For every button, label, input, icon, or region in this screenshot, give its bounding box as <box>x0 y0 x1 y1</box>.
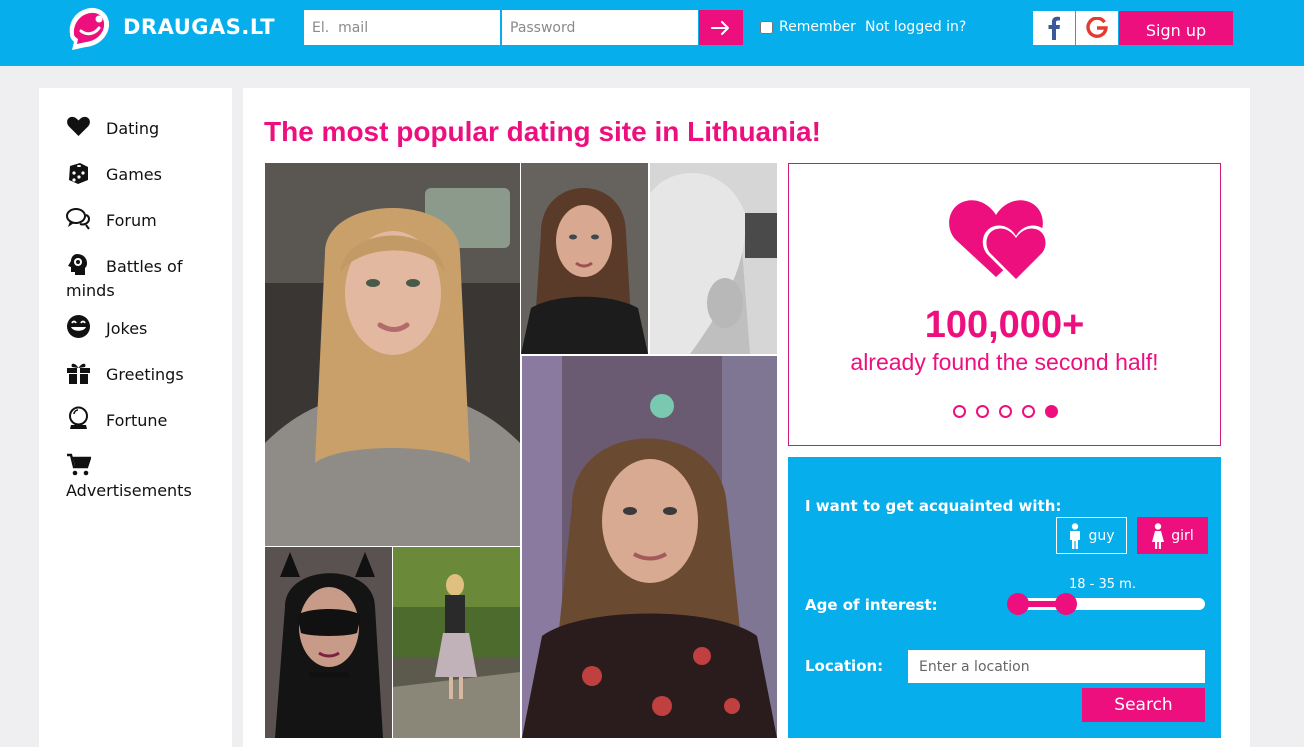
site-header: DRAUGAS.LT Remember Not logged in? Sign … <box>0 0 1304 66</box>
girl-button[interactable]: girl <box>1137 517 1208 554</box>
age-range-value: 18 - 35 m. <box>1069 577 1136 592</box>
facebook-icon <box>1048 16 1060 40</box>
profile-photo[interactable] <box>265 547 392 738</box>
promo-banner: 100,000+ already found the second half! <box>788 163 1221 446</box>
female-icon <box>1152 522 1165 549</box>
chat-icon <box>66 206 91 231</box>
found-text: already found the second half! <box>850 349 1159 375</box>
crystal-ball-icon <box>66 406 91 431</box>
carousel-dot-active[interactable] <box>1045 405 1058 418</box>
location-input[interactable] <box>908 650 1205 683</box>
age-slider[interactable] <box>1007 593 1205 615</box>
arrow-right-icon <box>711 20 729 35</box>
password-input[interactable] <box>502 10 698 45</box>
search-panel: I want to get acquainted with: guy girl … <box>788 457 1221 738</box>
facebook-login-button[interactable] <box>1033 11 1075 45</box>
sidebar-item-label: Advertisements <box>66 481 192 500</box>
sidebar: Dating Games Forum Battles of minds Joke… <box>39 88 232 747</box>
heart-icon <box>66 114 91 139</box>
profile-photo[interactable] <box>265 163 520 546</box>
google-icon <box>1086 17 1108 38</box>
email-input[interactable] <box>304 10 500 45</box>
sidebar-item-jokes[interactable]: Jokes <box>66 314 226 341</box>
remember-label: Remember <box>779 19 856 35</box>
carousel-dots <box>953 405 1058 418</box>
girl-label: girl <box>1171 527 1194 544</box>
sidebar-item-battles-of-minds[interactable]: Battles of minds <box>66 254 226 301</box>
age-label: Age of interest: <box>805 596 938 614</box>
sidebar-item-label: Jokes <box>106 319 148 338</box>
location-label: Location: <box>805 657 884 675</box>
sidebar-item-fortune[interactable]: Fortune <box>66 406 226 433</box>
smile-icon <box>66 314 91 339</box>
sidebar-item-label: Fortune <box>106 411 168 430</box>
sidebar-item-label: Games <box>106 165 162 184</box>
sidebar-item-greetings[interactable]: Greetings <box>66 362 226 387</box>
guy-label: guy <box>1088 527 1115 544</box>
signup-button[interactable]: Sign up <box>1119 11 1233 45</box>
sidebar-item-dating[interactable]: Dating <box>66 116 226 141</box>
sidebar-item-label: Greetings <box>106 365 184 384</box>
not-logged-in-link[interactable]: Not logged in? <box>865 19 966 35</box>
hearts-icon <box>948 195 1060 285</box>
search-button[interactable]: Search <box>1082 688 1205 722</box>
remember-checkbox[interactable] <box>760 20 773 34</box>
gift-icon <box>66 360 91 385</box>
dice-icon <box>66 160 91 185</box>
remember-option[interactable]: Remember <box>759 19 856 35</box>
sidebar-item-games[interactable]: Games <box>66 162 226 187</box>
acquaint-label: I want to get acquainted with: <box>805 497 1062 515</box>
found-count: 100,000+ <box>924 304 1085 346</box>
logo-text[interactable]: DRAUGAS.LT <box>123 15 275 39</box>
profile-photo[interactable] <box>521 163 648 354</box>
profile-photo[interactable] <box>650 163 777 354</box>
carousel-dot[interactable] <box>953 405 966 418</box>
male-icon <box>1070 522 1081 549</box>
profile-photo[interactable] <box>393 547 520 738</box>
google-login-button[interactable] <box>1076 11 1118 45</box>
carousel-dot[interactable] <box>1022 405 1035 418</box>
sidebar-item-forum[interactable]: Forum <box>66 208 226 233</box>
carousel-dot[interactable] <box>999 405 1012 418</box>
age-min-handle[interactable] <box>1007 593 1029 615</box>
main-content: The most popular dating site in Lithuani… <box>243 88 1250 747</box>
guy-button[interactable]: guy <box>1056 517 1127 554</box>
sidebar-item-label: Forum <box>106 211 157 230</box>
page-title: The most popular dating site in Lithuani… <box>264 116 821 147</box>
carousel-dot[interactable] <box>976 405 989 418</box>
cart-icon <box>66 452 92 477</box>
profile-photo[interactable] <box>522 356 777 738</box>
sidebar-item-advertisements[interactable]: Advertisements <box>66 452 226 501</box>
age-max-handle[interactable] <box>1055 593 1077 615</box>
login-submit-button[interactable] <box>699 10 743 45</box>
brain-head-icon <box>66 252 91 277</box>
logo-icon[interactable] <box>64 4 114 52</box>
sidebar-item-label: Dating <box>106 119 160 138</box>
